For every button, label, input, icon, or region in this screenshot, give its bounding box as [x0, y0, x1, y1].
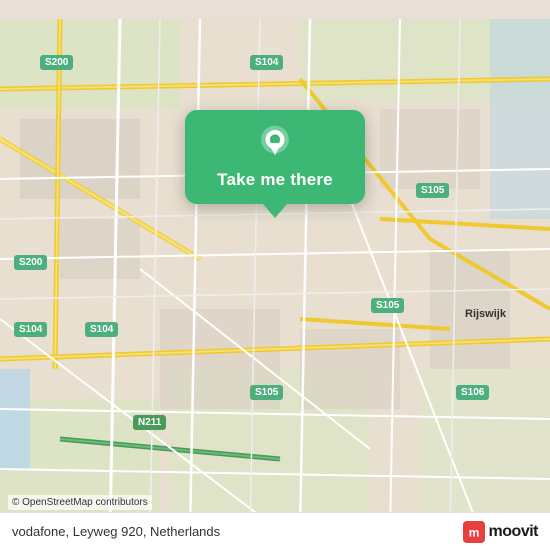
moovit-logo: m moovit [463, 521, 538, 543]
road-label-s105-bottom: S105 [250, 385, 283, 400]
road-label-rijswijk: Rijswijk [465, 308, 506, 320]
road-label-s104-top: S104 [250, 55, 283, 70]
svg-text:m: m [468, 525, 479, 539]
road-label-s200-top: S200 [40, 55, 73, 70]
road-label-s104-left: S104 [14, 322, 47, 337]
moovit-brand-name: moovit [489, 523, 538, 541]
map-svg [0, 0, 550, 550]
road-label-s106: S106 [456, 385, 489, 400]
road-label-n211: N211 [133, 415, 166, 430]
popup-tail [263, 204, 287, 218]
map-container: S200 S200 S104 S104 S104 S105 S105 S105 … [0, 0, 550, 550]
cta-label[interactable]: Take me there [217, 170, 333, 190]
map-popup[interactable]: Take me there [185, 110, 365, 218]
moovit-icon: m [463, 521, 485, 543]
popup-bubble[interactable]: Take me there [185, 110, 365, 204]
road-label-s200-mid: S200 [14, 255, 47, 270]
road-label-s105-right: S105 [416, 183, 449, 198]
bottom-bar: vodafone, Leyweg 920, Netherlands m moov… [0, 512, 550, 550]
road-label-s105-mid: S105 [371, 298, 404, 313]
location-pin-icon [256, 124, 294, 162]
road-label-s104-mid: S104 [85, 322, 118, 337]
location-text: vodafone, Leyweg 920, Netherlands [12, 524, 220, 539]
map-attribution: © OpenStreetMap contributors [8, 495, 152, 510]
